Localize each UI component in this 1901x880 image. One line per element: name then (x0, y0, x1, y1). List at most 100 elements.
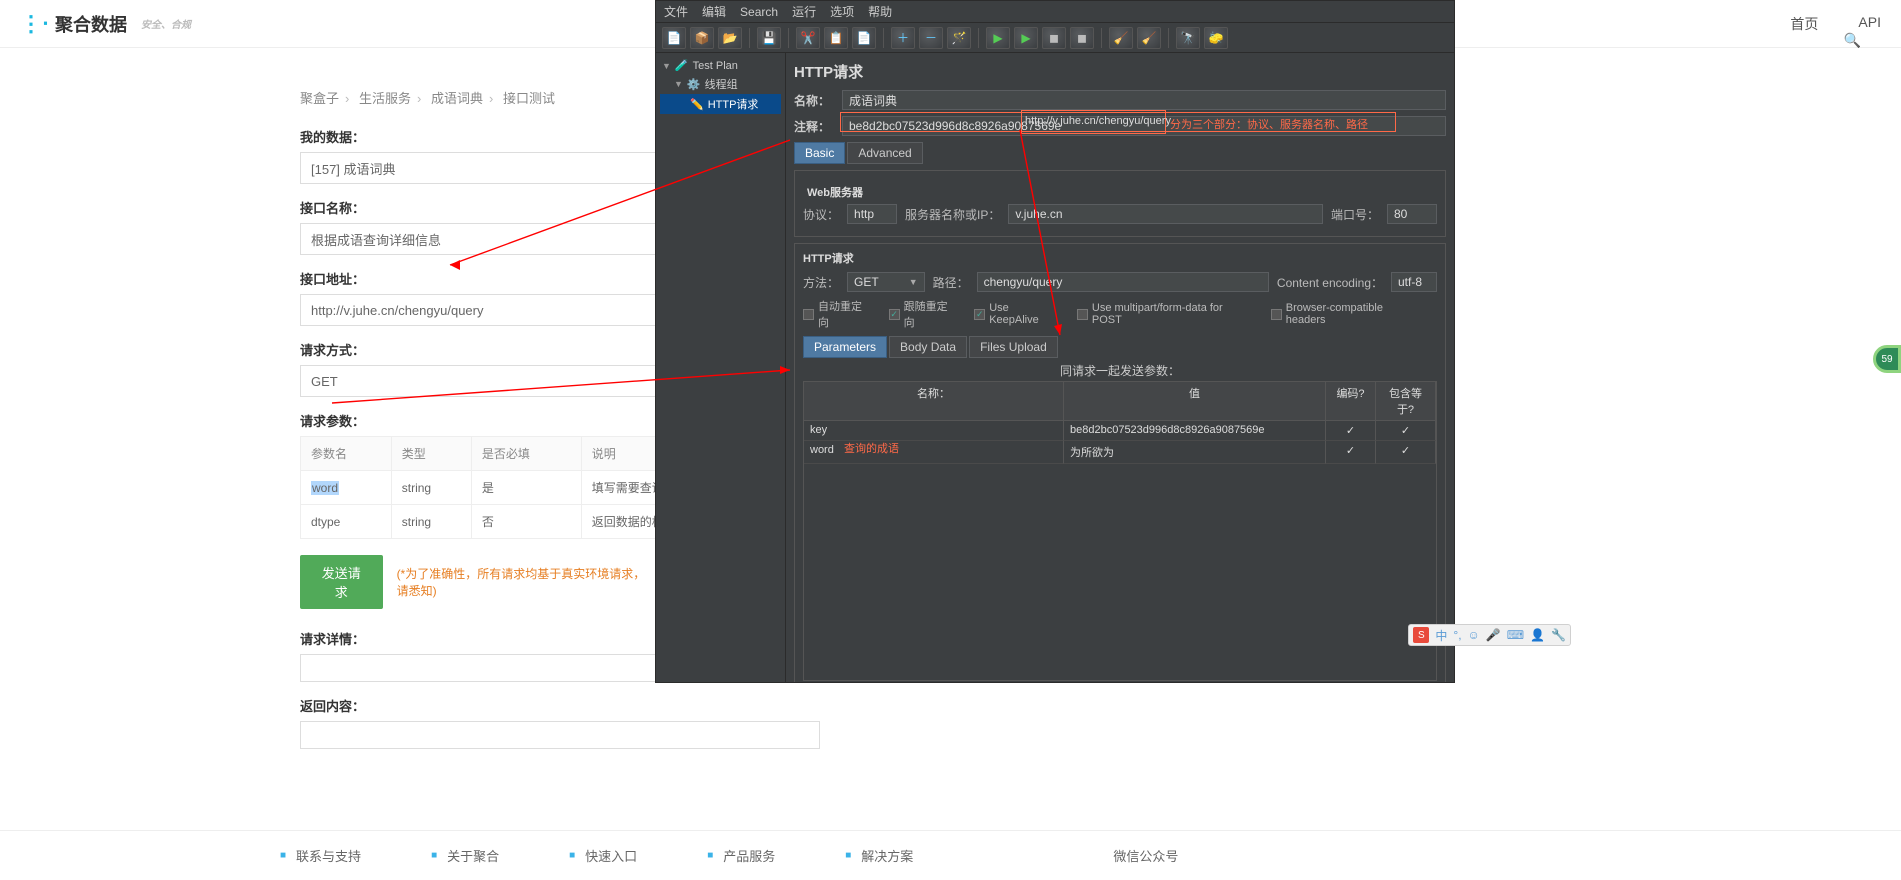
params-grid: 名称： 值 编码? 包含等于? key be8d2bc07523d996d8c8… (803, 381, 1437, 681)
http-request-panel: HTTP请求 方法： GET▼ 路径： Content encoding： 自动… (794, 243, 1446, 682)
save-icon[interactable]: 💾 (757, 27, 781, 49)
protocol-input[interactable] (847, 204, 897, 224)
expand-icon[interactable]: ＋ (891, 27, 915, 49)
menu-options[interactable]: 选项 (830, 3, 854, 20)
search-icon[interactable]: 🔍 (1844, 32, 1861, 49)
footer-wechat: 微信公众号 (1113, 846, 1178, 865)
name-input[interactable] (842, 90, 1446, 110)
encoding-label: Content encoding： (1277, 274, 1383, 291)
ime-keyboard-icon[interactable]: ⌨ (1507, 628, 1524, 642)
ime-mic-icon[interactable]: 🎤 (1486, 628, 1501, 642)
open-icon[interactable]: 📂 (718, 27, 742, 49)
tab-basic[interactable]: Basic (794, 142, 845, 164)
tab-advanced[interactable]: Advanced (847, 142, 922, 164)
encoding-input[interactable] (1391, 272, 1437, 292)
reset-search-icon[interactable]: 🧽 (1204, 27, 1228, 49)
label-api-name: 接口名称： (300, 198, 655, 217)
ime-toolbar[interactable]: S 中 °, ☺ 🎤 ⌨ 👤 🔧 (1408, 624, 1571, 646)
resp-field[interactable] (300, 721, 820, 749)
ime-punct-icon[interactable]: °, (1453, 628, 1461, 642)
param-tabs: Parameters Body Data Files Upload (803, 336, 1437, 358)
th-name: 参数名 (301, 437, 392, 471)
check-keepalive[interactable]: Use KeepAlive (974, 302, 1061, 326)
name-label: 名称： (794, 92, 834, 109)
protocol-label: 协议： (803, 206, 839, 223)
toggle-icon[interactable]: 🪄 (947, 27, 971, 49)
jmeter-tree: ▼🧪Test Plan ▼⚙️线程组 ✏️HTTP请求 (656, 53, 786, 682)
crumb-2[interactable]: 成语词典 (431, 91, 483, 106)
footer-quick[interactable]: 快速入口 (585, 846, 637, 865)
label-params: 请求参数： (300, 411, 655, 430)
tree-test-plan[interactable]: ▼🧪Test Plan (660, 57, 781, 74)
menu-file[interactable]: 文件 (664, 3, 688, 20)
menu-help[interactable]: 帮助 (868, 3, 892, 20)
method-select[interactable]: GET▼ (847, 272, 925, 292)
footer-product[interactable]: 产品服务 (723, 846, 775, 865)
side-badge[interactable]: 59 (1873, 345, 1901, 373)
nav-api[interactable]: API (1858, 14, 1881, 34)
crumb-0[interactable]: 聚盒子 (300, 91, 339, 106)
port-input[interactable] (1387, 204, 1437, 224)
check-icon: ✓ (1326, 421, 1376, 441)
http-req-title: HTTP请求 (803, 250, 1437, 266)
th-type: 类型 (391, 437, 471, 471)
tab-parameters[interactable]: Parameters (803, 336, 887, 358)
annotation-params-note: 查询的成语 (844, 440, 899, 456)
menu-edit[interactable]: 编辑 (702, 3, 726, 20)
label-method: 请求方式： (300, 340, 655, 359)
ime-emoji-icon[interactable]: ☺ (1468, 628, 1480, 642)
footer-contact[interactable]: 联系与支持 (296, 846, 361, 865)
footer-about[interactable]: 关于聚合 (447, 846, 499, 865)
comment-label: 注释： (794, 118, 834, 135)
tab-files-upload[interactable]: Files Upload (969, 336, 1058, 358)
crumb-1[interactable]: 生活服务 (359, 91, 411, 106)
web-body: 聚盒子› 生活服务› 成语词典› 接口测试 我的数据： [157] 成语词典 接… (0, 48, 655, 749)
ime-tool-icon[interactable]: 🔧 (1551, 628, 1566, 642)
check-follow-redirect[interactable]: 跟随重定向 (889, 298, 959, 330)
grid-row-0[interactable]: key be8d2bc07523d996d8c8926a9087569e ✓ ✓ (804, 421, 1436, 441)
start-no-timers-icon[interactable]: ▶ (1014, 27, 1038, 49)
logo-icon: ⋮⋅ (20, 11, 49, 37)
sogou-icon: S (1413, 627, 1429, 643)
tree-thread-group[interactable]: ▼⚙️线程组 (660, 74, 781, 94)
paste-icon[interactable]: 📄 (852, 27, 876, 49)
search-tb-icon[interactable]: 🔭 (1176, 27, 1200, 49)
path-input[interactable] (977, 272, 1269, 292)
cut-icon[interactable]: ✂️ (796, 27, 820, 49)
start-icon[interactable]: ▶ (986, 27, 1010, 49)
templates-icon[interactable]: 📦 (690, 27, 714, 49)
stop-icon[interactable]: ◼ (1042, 27, 1066, 49)
server-input[interactable] (1008, 204, 1323, 224)
logo: ⋮⋅ 聚合数据 安全、合规 (20, 11, 191, 37)
clear-all-icon[interactable]: 🧹 (1137, 27, 1161, 49)
check-icon: ✓ (1326, 441, 1376, 464)
jmeter-main: HTTP请求 名称： 注释： http://v.juhe.cn/chengyu/… (786, 53, 1454, 682)
nav-home[interactable]: 首页 (1790, 14, 1818, 34)
send-button[interactable]: 发送请求 (300, 555, 383, 609)
check-auto-redirect[interactable]: 自动重定向 (803, 298, 873, 330)
check-browser-compat[interactable]: Browser-compatible headers (1271, 302, 1425, 326)
menu-run[interactable]: 运行 (792, 3, 816, 20)
copy-icon[interactable]: 📋 (824, 27, 848, 49)
col-include: 包含等于? (1376, 382, 1436, 420)
collapse-icon[interactable]: － (919, 27, 943, 49)
tab-body-data[interactable]: Body Data (889, 336, 967, 358)
new-icon[interactable]: 📄 (662, 27, 686, 49)
testplan-icon: 🧪 (675, 59, 689, 72)
check-multipart[interactable]: Use multipart/form-data for POST (1077, 302, 1255, 326)
method-label-jm: 方法： (803, 274, 839, 291)
label-resp: 返回内容： (300, 696, 655, 715)
ime-settings-icon[interactable]: 👤 (1530, 628, 1545, 642)
menu-search[interactable]: Search (740, 5, 778, 19)
param-name-0: word (311, 481, 339, 495)
breadcrumb: 聚盒子› 生活服务› 成语词典› 接口测试 (300, 88, 655, 107)
web-server-panel: Web服务器 协议： 服务器名称或IP： 端口号： (794, 170, 1446, 237)
basic-advanced-tabs: Basic Advanced (794, 142, 1446, 164)
clear-icon[interactable]: 🧹 (1109, 27, 1133, 49)
shutdown-icon[interactable]: ◼ (1070, 27, 1094, 49)
col-name: 名称： (804, 382, 1064, 420)
col-encode: 编码? (1326, 382, 1376, 420)
footer-solution[interactable]: 解决方案 (861, 846, 913, 865)
tree-http-request[interactable]: ✏️HTTP请求 (660, 94, 781, 114)
ime-lang[interactable]: 中 (1435, 627, 1447, 644)
